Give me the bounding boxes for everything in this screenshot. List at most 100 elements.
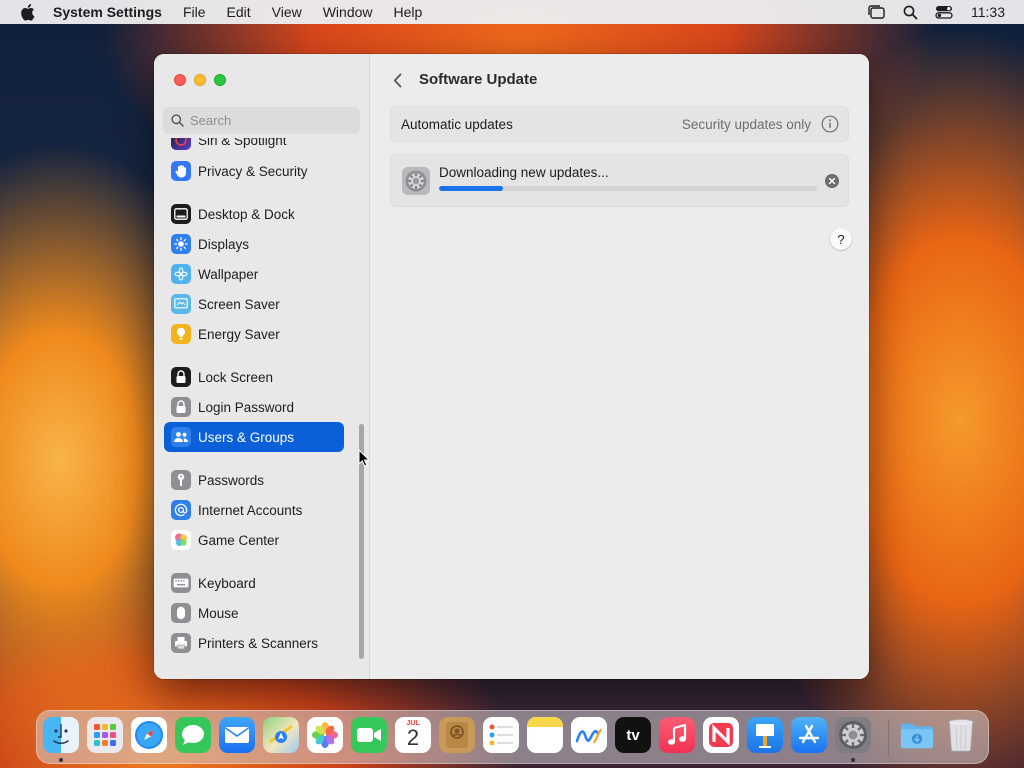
- tv-label: tv: [626, 726, 640, 744]
- sidebar-item-game-center[interactable]: Game Center: [164, 525, 344, 555]
- flower-icon: [171, 264, 191, 284]
- finder-running-indicator: [59, 758, 63, 762]
- lock-icon: [171, 367, 191, 387]
- sidebar-item-label: Desktop & Dock: [198, 206, 295, 222]
- spotlight-search-icon[interactable]: [899, 3, 921, 21]
- cancel-download-button[interactable]: [825, 174, 839, 188]
- sidebar-item-siri-spotlight[interactable]: Siri & Spotlight: [164, 138, 344, 155]
- news-icon[interactable]: [703, 717, 739, 753]
- menu-bar: System Settings File Edit View Window He…: [0, 0, 1024, 24]
- menu-edit[interactable]: Edit: [227, 4, 251, 20]
- menu-file[interactable]: File: [183, 4, 206, 20]
- help-button[interactable]: ?: [830, 228, 852, 250]
- sidebar-item-internet-accounts[interactable]: Internet Accounts: [164, 495, 344, 525]
- sidebar-item-label: Mouse: [198, 605, 239, 621]
- system-settings-running-indicator: [851, 758, 855, 762]
- control-center-icon[interactable]: [933, 3, 955, 21]
- sidebar-item-label: Keyboard: [198, 575, 256, 591]
- sidebar-item-label: Printers & Scanners: [198, 635, 319, 651]
- search-icon: [171, 114, 184, 127]
- sidebar: Siri & Spotlight Privacy & Security Desk…: [154, 54, 370, 679]
- menu-window[interactable]: Window: [323, 4, 373, 20]
- mouse-cursor-icon: [358, 449, 370, 467]
- stage-manager-icon[interactable]: [865, 3, 887, 21]
- search-field[interactable]: [163, 107, 360, 134]
- keynote-icon[interactable]: [747, 717, 783, 753]
- app-store-icon[interactable]: [791, 717, 827, 753]
- maps-icon[interactable]: [263, 717, 299, 753]
- download-status-row: Downloading new updates...: [390, 154, 849, 207]
- dock-icon: [171, 204, 191, 224]
- menu-view[interactable]: View: [272, 4, 302, 20]
- window-controls: [174, 74, 234, 86]
- download-progress-fill: [439, 186, 504, 191]
- close-window-button[interactable]: [174, 74, 186, 86]
- menu-app-name[interactable]: System Settings: [53, 4, 162, 20]
- sidebar-item-label: Users & Groups: [198, 429, 295, 445]
- apple-menu-icon[interactable]: [19, 3, 35, 21]
- sun-icon: [171, 234, 191, 254]
- page-title: Software Update: [419, 71, 538, 88]
- back-button[interactable]: [389, 70, 405, 90]
- trash-icon[interactable]: [943, 717, 979, 753]
- safari-icon[interactable]: [131, 717, 167, 753]
- photos-icon[interactable]: [307, 717, 343, 753]
- minimize-window-button[interactable]: [194, 74, 206, 86]
- lock-icon: [171, 397, 191, 417]
- freeform-icon[interactable]: [571, 717, 607, 753]
- sidebar-item-privacy-security[interactable]: Privacy & Security: [164, 156, 344, 186]
- sidebar-item-passwords[interactable]: Passwords: [164, 465, 344, 495]
- automatic-updates-label: Automatic updates: [401, 116, 513, 132]
- dock: JUL 2 tv: [36, 710, 989, 764]
- tv-icon[interactable]: tv: [615, 717, 651, 753]
- system-settings-icon[interactable]: [835, 717, 871, 753]
- mouse-icon: [171, 603, 191, 623]
- at-icon: [171, 500, 191, 520]
- search-input[interactable]: [190, 113, 350, 128]
- contacts-icon[interactable]: [439, 717, 475, 753]
- calendar-day: 2: [406, 725, 420, 750]
- downloads-folder-icon[interactable]: [899, 717, 935, 753]
- reminders-icon[interactable]: [483, 717, 519, 753]
- sidebar-item-wallpaper[interactable]: Wallpaper: [164, 259, 344, 289]
- launchpad-icon[interactable]: [87, 717, 123, 753]
- sidebar-list: Siri & Spotlight Privacy & Security Desk…: [154, 138, 370, 679]
- facetime-icon[interactable]: [351, 717, 387, 753]
- sidebar-item-mouse[interactable]: Mouse: [164, 598, 344, 628]
- sidebar-item-label: Internet Accounts: [198, 502, 303, 518]
- notes-icon[interactable]: [527, 717, 563, 753]
- messages-icon[interactable]: [175, 717, 211, 753]
- sidebar-item-label: Energy Saver: [198, 326, 280, 342]
- content-pane: Software Update Automatic updates Securi…: [371, 54, 869, 679]
- finder-icon[interactable]: [43, 717, 79, 753]
- mail-icon[interactable]: [219, 717, 255, 753]
- keyboard-icon: [171, 573, 191, 593]
- sidebar-item-desktop-dock[interactable]: Desktop & Dock: [164, 199, 344, 229]
- sidebar-item-keyboard[interactable]: Keyboard: [164, 568, 344, 598]
- sidebar-item-screen-saver[interactable]: Screen Saver: [164, 289, 344, 319]
- menu-help[interactable]: Help: [394, 4, 423, 20]
- system-settings-window: Siri & Spotlight Privacy & Security Desk…: [154, 54, 869, 679]
- download-progress-bar: [439, 186, 817, 191]
- sidebar-item-label: Login Password: [198, 399, 295, 415]
- key-icon: [171, 470, 191, 490]
- bulb-icon: [171, 324, 191, 344]
- sidebar-item-printers-scanners[interactable]: Printers & Scanners: [164, 628, 344, 658]
- info-icon[interactable]: [821, 115, 839, 133]
- sidebar-item-users-groups[interactable]: Users & Groups: [164, 422, 344, 452]
- sidebar-item-lock-screen[interactable]: Lock Screen: [164, 362, 344, 392]
- game-center-icon: [171, 530, 191, 550]
- music-icon[interactable]: [659, 717, 695, 753]
- sidebar-item-energy-saver[interactable]: Energy Saver: [164, 319, 344, 349]
- sidebar-item-login-password[interactable]: Login Password: [164, 392, 344, 422]
- calendar-icon[interactable]: JUL 2: [395, 717, 431, 753]
- menu-clock[interactable]: 11:33: [971, 4, 1005, 20]
- printer-icon: [171, 633, 191, 653]
- sidebar-item-displays[interactable]: Displays: [164, 229, 344, 259]
- sidebar-item-label: Game Center: [198, 532, 280, 548]
- screen-saver-icon: [171, 294, 191, 314]
- gear-icon: [402, 167, 430, 195]
- automatic-updates-value: Security updates only: [681, 116, 811, 132]
- sidebar-item-label: Lock Screen: [198, 369, 274, 385]
- zoom-window-button[interactable]: [214, 74, 226, 86]
